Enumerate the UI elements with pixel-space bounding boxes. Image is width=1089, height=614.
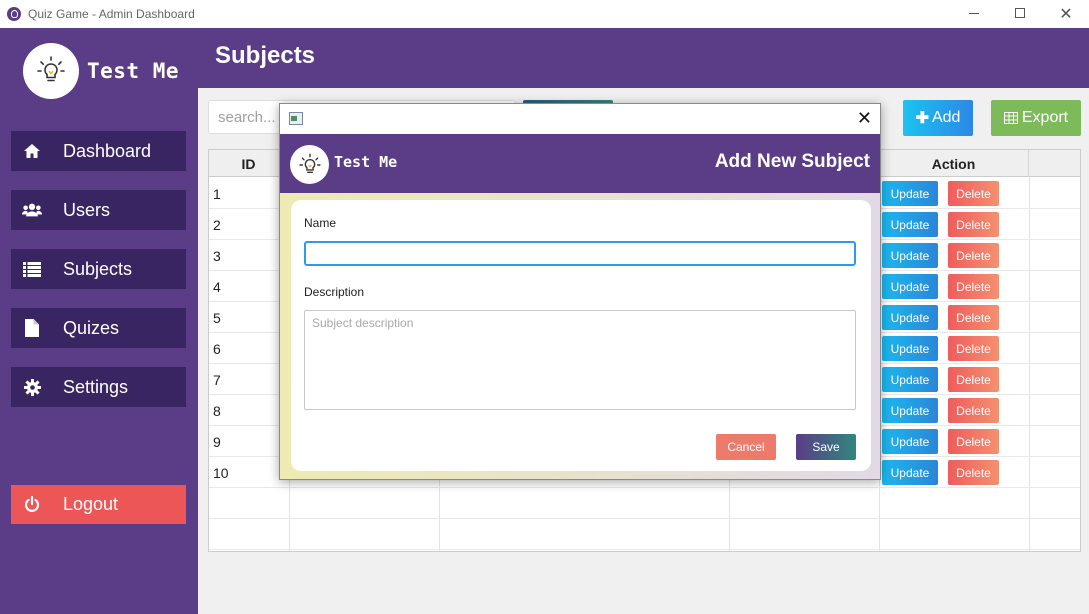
sidebar-item-subjects[interactable]: Subjects: [11, 249, 186, 289]
add-button[interactable]: ✚ Add: [903, 100, 973, 136]
add-subject-dialog: ✕ Test Me Add New Subject Name Descripti…: [279, 103, 881, 480]
brand: Test Me: [23, 43, 179, 99]
delete-button[interactable]: Delete: [948, 274, 999, 299]
dialog-body: Name Description Cancel Save: [280, 193, 880, 479]
name-label: Name: [304, 216, 337, 230]
sidebar-item-label: Settings: [63, 376, 129, 397]
app-icon: [7, 7, 21, 21]
row-id: 1: [213, 185, 221, 202]
export-label: Export: [1021, 109, 1069, 126]
row-id: 5: [213, 309, 221, 326]
sidebar-item-label: Subjects: [63, 258, 133, 279]
page-title: Subjects: [215, 42, 316, 69]
row-id: 6: [213, 340, 221, 357]
plus-icon: ✚: [915, 110, 929, 127]
sidebar-item-users[interactable]: Users: [11, 190, 186, 230]
brand-name: Test Me: [87, 59, 180, 83]
logo: [23, 43, 79, 99]
delete-button[interactable]: Delete: [948, 398, 999, 423]
lightbulb-icon: [37, 56, 65, 82]
file-icon: [22, 318, 42, 338]
update-button[interactable]: Update: [882, 181, 938, 206]
gear-icon: [22, 377, 42, 397]
table-row: [209, 519, 1080, 550]
users-icon: [22, 200, 42, 220]
logout-label: Logout: [63, 494, 119, 514]
maximize-icon: [1015, 8, 1025, 18]
name-field[interactable]: [304, 241, 856, 266]
update-button[interactable]: Update: [882, 212, 938, 237]
update-button[interactable]: Update: [882, 398, 938, 423]
power-icon: [22, 495, 42, 515]
subject-form: Name Description Cancel Save: [291, 200, 871, 471]
dialog-title: Add New Subject: [714, 151, 870, 172]
close-window-button[interactable]: ✕: [1043, 0, 1089, 26]
delete-button[interactable]: Delete: [948, 305, 999, 330]
description-field[interactable]: [304, 310, 856, 410]
home-icon: [22, 141, 42, 161]
update-button[interactable]: Update: [882, 429, 938, 454]
dialog-header: Test Me Add New Subject: [280, 134, 880, 193]
sidebar-item-quizes[interactable]: Quizes: [11, 308, 186, 348]
logout-button[interactable]: Logout: [11, 485, 186, 524]
delete-button[interactable]: Delete: [948, 429, 999, 454]
list-icon: [22, 259, 42, 279]
window-icon: [289, 112, 303, 125]
logo: [290, 145, 329, 184]
close-icon: ✕: [1059, 3, 1073, 23]
minimize-button[interactable]: [951, 0, 997, 26]
update-button[interactable]: Update: [882, 460, 938, 485]
delete-button[interactable]: Delete: [948, 367, 999, 392]
row-id: 8: [213, 402, 221, 419]
update-button[interactable]: Update: [882, 367, 938, 392]
dialog-titlebar: ✕: [280, 104, 880, 134]
maximize-button[interactable]: [997, 0, 1043, 26]
table-row: [209, 488, 1080, 519]
row-id: 9: [213, 433, 221, 450]
update-button[interactable]: Update: [882, 274, 938, 299]
delete-button[interactable]: Delete: [948, 212, 999, 237]
row-id: 2: [213, 216, 221, 233]
add-label: Add: [931, 109, 961, 126]
update-button[interactable]: Update: [882, 243, 938, 268]
row-id: 10: [213, 464, 229, 481]
update-button[interactable]: Update: [882, 336, 938, 361]
description-label: Description: [304, 285, 365, 299]
row-id: 7: [213, 371, 221, 388]
row-id: 3: [213, 247, 221, 264]
column-header-action[interactable]: Action: [879, 150, 1029, 177]
row-id: 4: [213, 278, 221, 295]
window-title: Quiz Game - Admin Dashboard: [28, 7, 195, 21]
save-button[interactable]: Save: [796, 434, 856, 460]
column-header-id[interactable]: ID: [209, 150, 289, 177]
minimize-icon: [969, 12, 979, 14]
sidebar: Test Me Dashboard Users Subjects Quizes …: [0, 28, 198, 614]
sidebar-item-label: Users: [63, 199, 111, 220]
export-button[interactable]: Export: [991, 100, 1081, 136]
window-controls: ✕: [951, 0, 1089, 28]
page-header: Subjects: [198, 28, 1089, 88]
sidebar-item-label: Dashboard: [63, 140, 152, 161]
update-button[interactable]: Update: [882, 305, 938, 330]
delete-button[interactable]: Delete: [948, 336, 999, 361]
window-titlebar: Quiz Game - Admin Dashboard ✕: [0, 0, 1089, 28]
sidebar-item-dashboard[interactable]: Dashboard: [11, 131, 186, 171]
delete-button[interactable]: Delete: [948, 460, 999, 485]
cancel-button[interactable]: Cancel: [716, 434, 776, 460]
delete-button[interactable]: Delete: [948, 181, 999, 206]
sidebar-item-label: Quizes: [63, 317, 120, 338]
lightbulb-icon: [298, 153, 321, 173]
table-icon: [1003, 112, 1018, 124]
delete-button[interactable]: Delete: [948, 243, 999, 268]
dialog-brand-name: Test Me: [334, 153, 398, 171]
sidebar-item-settings[interactable]: Settings: [11, 367, 186, 407]
dialog-close-button[interactable]: ✕: [857, 108, 872, 129]
